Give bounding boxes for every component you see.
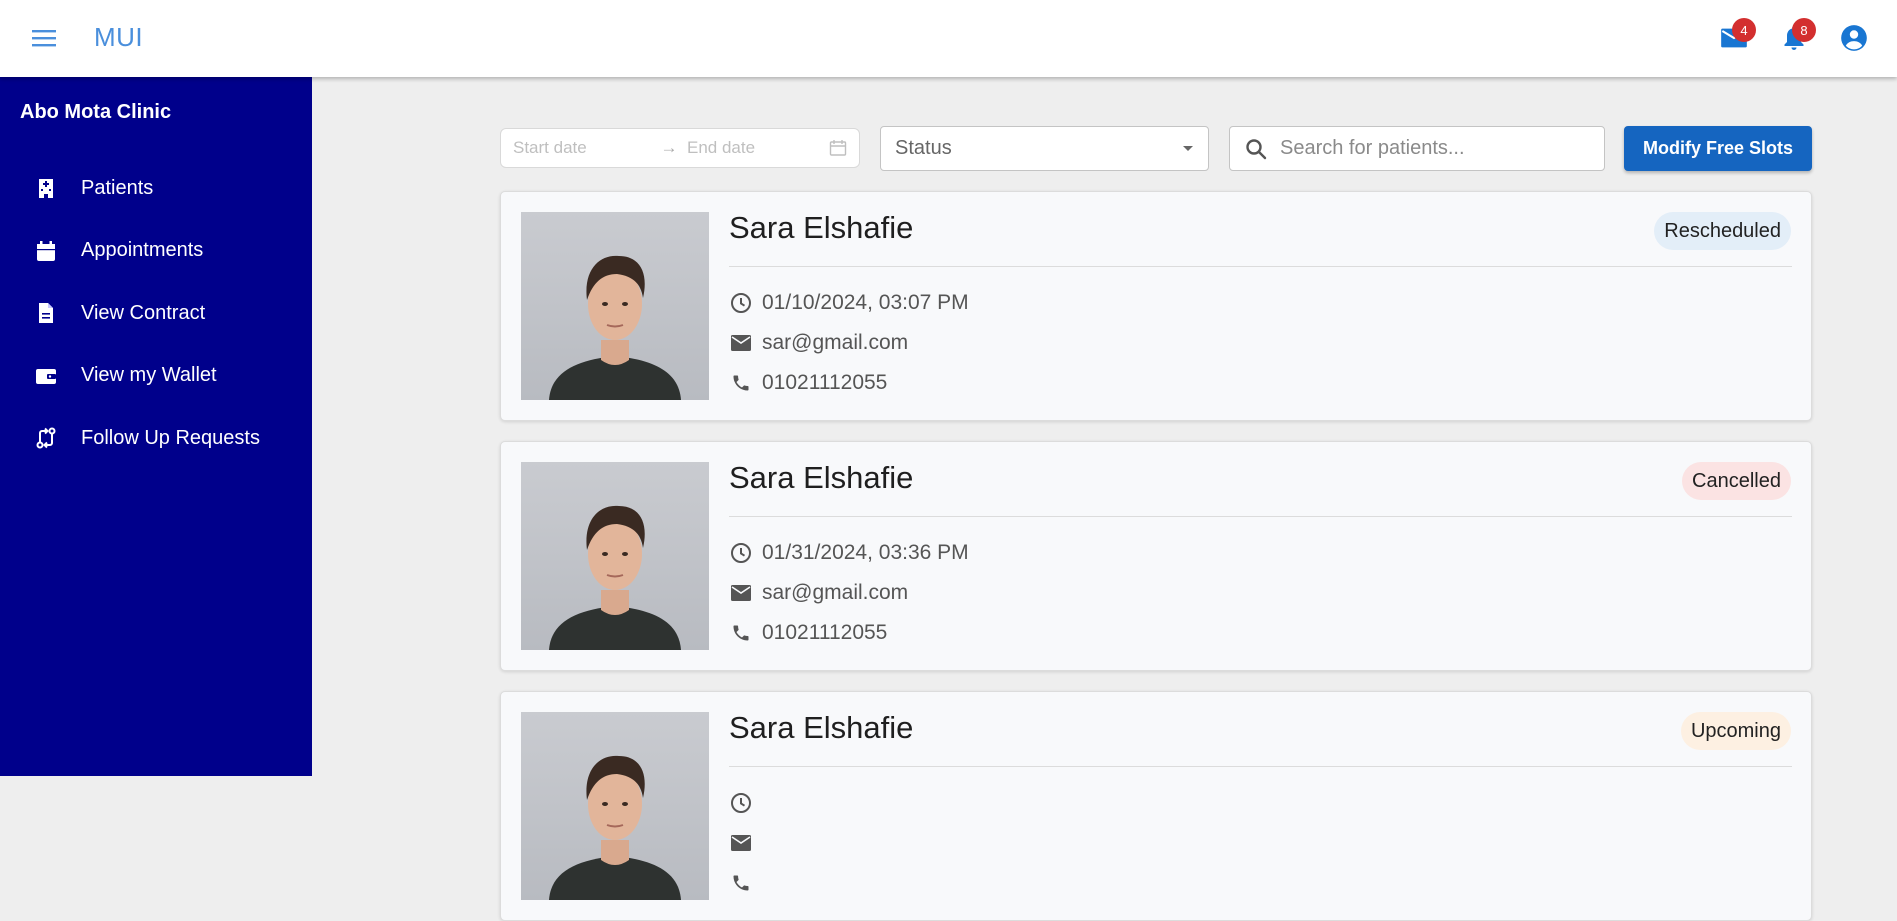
clinic-name: Abo Mota Clinic xyxy=(20,101,172,123)
sidebar-item-label: View my Wallet xyxy=(81,364,217,387)
sidebar-item-follow-up-requests[interactable]: Follow Up Requests xyxy=(0,407,312,470)
phone-text: 01021112055 xyxy=(762,371,888,394)
hamburger-menu-icon xyxy=(32,30,56,47)
patient-email: sar@gmail.com xyxy=(729,328,908,358)
phone-icon xyxy=(729,371,753,395)
menu-button[interactable] xyxy=(26,22,62,54)
patient-portrait-icon xyxy=(549,755,681,900)
date-range-picker[interactable]: Start date → End date xyxy=(500,128,860,168)
status-badge: Cancelled xyxy=(1682,462,1791,500)
end-date-input[interactable]: End date xyxy=(687,138,829,158)
search-box[interactable] xyxy=(1229,126,1605,171)
appointment-datetime: 01/10/2024, 03:07 PM xyxy=(729,288,969,318)
card-divider xyxy=(729,516,1792,517)
arrow-right-icon: → xyxy=(660,138,678,157)
sidebar-item-label: Follow Up Requests xyxy=(81,426,260,449)
email-icon xyxy=(729,581,753,605)
sidebar: Abo Mota Clinic Patients Appointments Vi… xyxy=(0,77,312,776)
email-text: sar@gmail.com xyxy=(762,331,909,354)
patient-phone: 01021112055 xyxy=(729,618,887,648)
email-icon xyxy=(729,331,753,355)
sidebar-nav: Patients Appointments View Contract View… xyxy=(0,157,312,470)
patient-email: sar@gmail.com xyxy=(729,578,908,608)
mail-badge: 4 xyxy=(1732,18,1756,42)
sidebar-item-patients[interactable]: Patients xyxy=(0,157,312,220)
modify-free-slots-button[interactable]: Modify Free Slots xyxy=(1624,126,1812,171)
mail-button[interactable]: 4 xyxy=(1714,18,1756,58)
sidebar-item-label: Appointments xyxy=(81,239,204,262)
phone-icon xyxy=(729,621,753,645)
patient-name: Sara Elshafie xyxy=(729,460,914,495)
patient-portrait-icon xyxy=(549,255,681,400)
datetime-text: 01/10/2024, 03:07 PM xyxy=(762,291,969,314)
account-circle-icon xyxy=(1841,25,1867,51)
appointment-card[interactable]: Sara Elshafie Rescheduled 01/10/2024, 03… xyxy=(500,191,1812,421)
sidebar-item-wallet[interactable]: View my Wallet xyxy=(0,345,312,408)
document-icon xyxy=(34,301,58,325)
email-icon xyxy=(729,831,753,855)
search-icon xyxy=(1246,138,1267,159)
status-label: Status xyxy=(895,137,952,159)
patient-name: Sara Elshafie xyxy=(729,210,914,245)
sidebar-item-appointments[interactable]: Appointments xyxy=(0,220,312,283)
datetime-text: 01/31/2024, 03:36 PM xyxy=(762,541,969,564)
wallet-icon xyxy=(34,364,58,388)
caret-down-icon xyxy=(1183,145,1193,151)
search-input[interactable] xyxy=(1280,137,1580,160)
sidebar-item-label: Patients xyxy=(81,176,154,199)
hospital-icon xyxy=(34,176,58,200)
patient-phone xyxy=(729,868,762,898)
clock-icon xyxy=(729,541,753,565)
sidebar-item-view-contract[interactable]: View Contract xyxy=(0,282,312,345)
appointment-card[interactable]: Sara Elshafie Cancelled 01/31/2024, 03:3… xyxy=(500,441,1812,671)
patient-portrait-icon xyxy=(549,505,681,650)
brand-title: MUI xyxy=(94,22,144,52)
email-text: sar@gmail.com xyxy=(762,581,909,604)
patient-email xyxy=(729,828,762,858)
compare-arrows-icon xyxy=(34,426,58,450)
patient-phone: 01021112055 xyxy=(729,368,887,398)
appointment-card[interactable]: Sara Elshafie Upcoming xyxy=(500,691,1812,921)
appointment-datetime: 01/31/2024, 03:36 PM xyxy=(729,538,969,568)
calendar-icon xyxy=(829,140,847,156)
calendar-icon xyxy=(34,239,58,263)
notifications-button[interactable]: 8 xyxy=(1774,18,1816,58)
card-divider xyxy=(729,766,1792,767)
patient-photo xyxy=(521,712,709,900)
phone-text: 01021112055 xyxy=(762,621,888,644)
status-badge: Upcoming xyxy=(1680,712,1791,750)
patient-photo xyxy=(521,212,709,400)
notifications-badge: 8 xyxy=(1792,18,1816,42)
patient-name: Sara Elshafie xyxy=(729,710,914,745)
phone-icon xyxy=(729,871,753,895)
account-button[interactable] xyxy=(1834,18,1874,58)
clock-icon xyxy=(729,291,753,315)
clock-icon xyxy=(729,791,753,815)
status-badge: Rescheduled xyxy=(1654,212,1791,250)
status-select[interactable]: Status xyxy=(880,126,1209,171)
patient-photo xyxy=(521,462,709,650)
sidebar-item-label: View Contract xyxy=(81,301,206,324)
app-bar: MUI 4 8 xyxy=(0,0,1897,77)
card-divider xyxy=(729,266,1792,267)
start-date-input[interactable]: Start date xyxy=(513,138,651,158)
appointment-datetime xyxy=(729,788,762,818)
